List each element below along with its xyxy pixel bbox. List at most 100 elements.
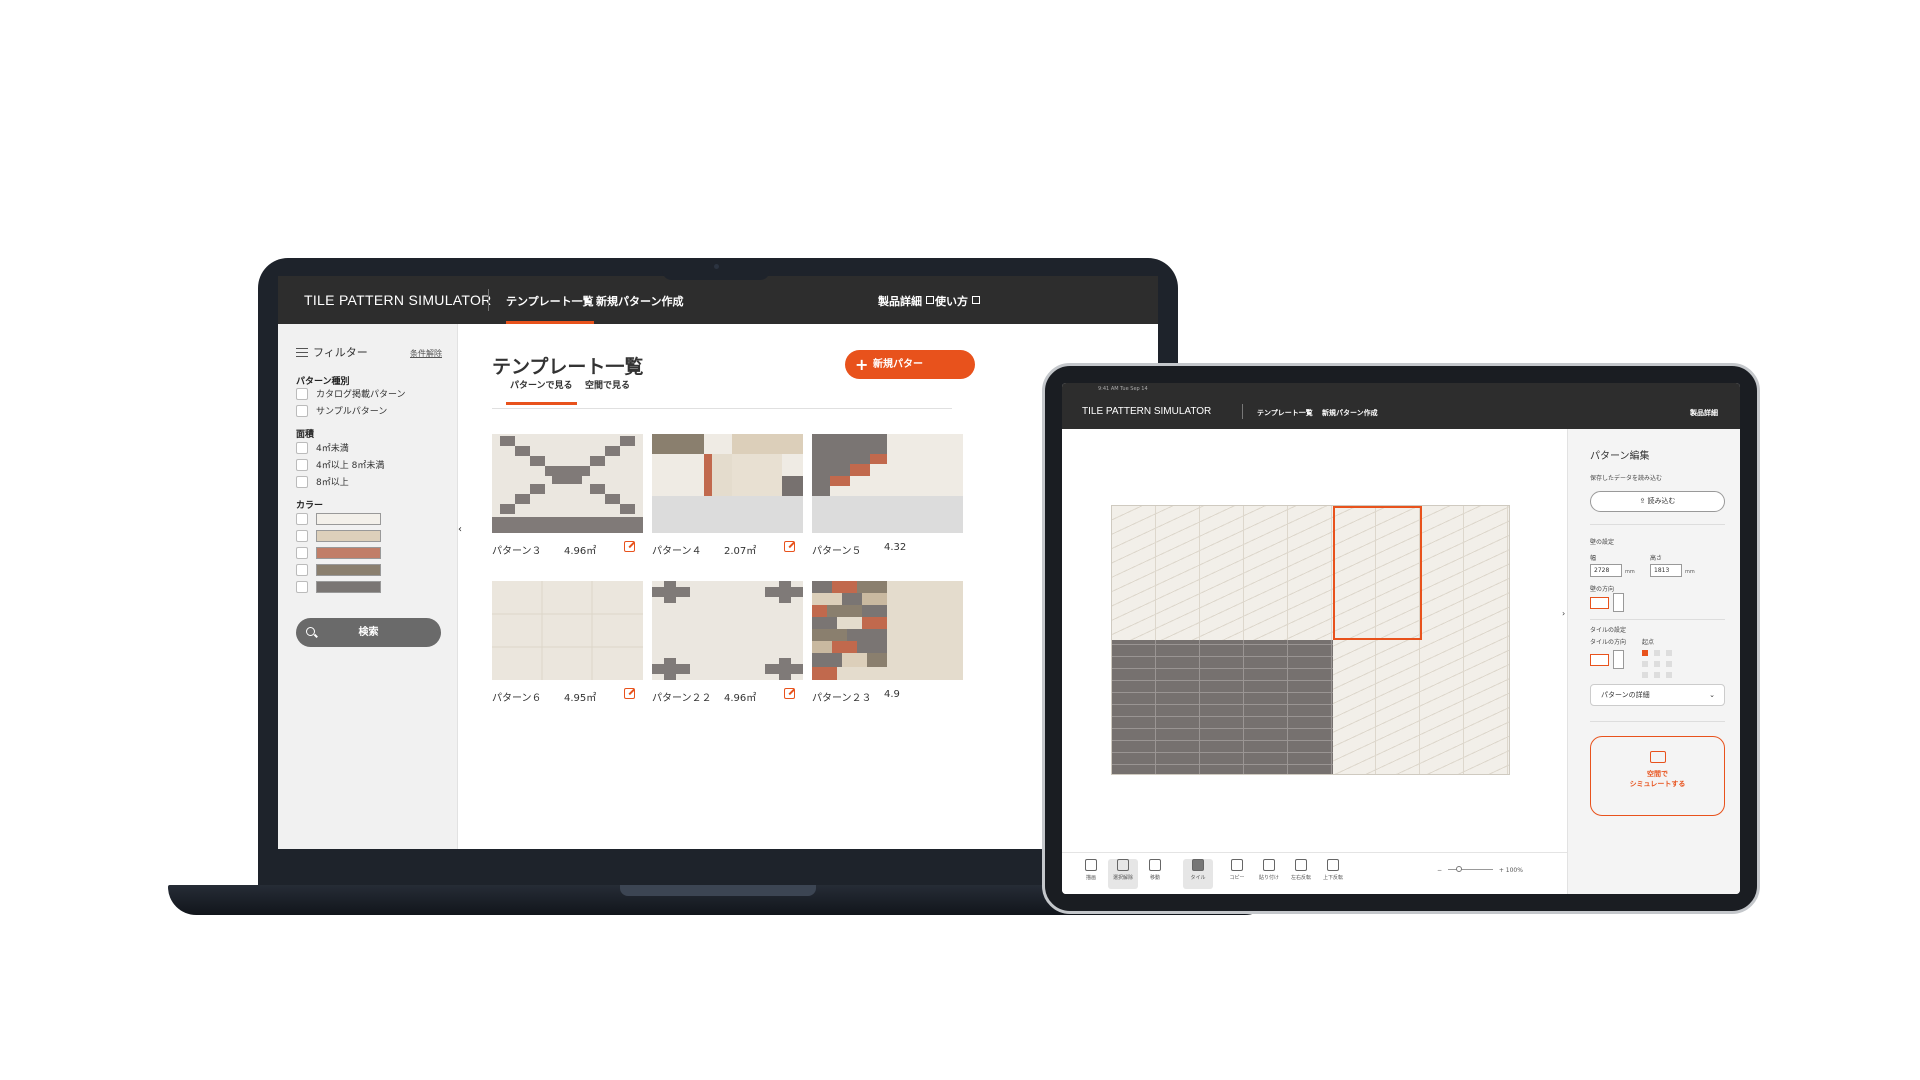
- checkbox-color-3[interactable]: [296, 546, 381, 559]
- origin-dot[interactable]: [1642, 672, 1648, 678]
- divider: [1590, 721, 1725, 722]
- selection-box[interactable]: [1333, 506, 1422, 640]
- orientation-landscape[interactable]: [1590, 597, 1609, 609]
- simulate-in-space-button[interactable]: 空間で シミュレートする: [1590, 736, 1725, 816]
- tile-orientation-landscape[interactable]: [1590, 654, 1609, 666]
- zoom-slider[interactable]: [1447, 866, 1493, 872]
- checkbox[interactable]: [296, 529, 308, 542]
- area-heading: 面積: [296, 430, 315, 440]
- deselect-tool[interactable]: 選択解除: [1108, 859, 1138, 889]
- link-product-details[interactable]: 製品詳細: [1690, 408, 1718, 418]
- flip-horizontal-icon: [1295, 859, 1307, 871]
- tab-by-space[interactable]: 空間で見る: [585, 378, 630, 391]
- checkbox-area-under-4[interactable]: 4㎡未満: [296, 441, 349, 454]
- edit-icon[interactable]: [784, 541, 795, 552]
- pattern-thumbnail[interactable]: [492, 581, 643, 680]
- load-button[interactable]: ⇪ 読み込む: [1590, 491, 1725, 512]
- origin-dot[interactable]: [1642, 650, 1648, 656]
- chevron-right-icon[interactable]: ›: [1562, 609, 1565, 618]
- card-name: パターン３: [492, 546, 542, 557]
- card-meta: パターン６ 4.95㎡: [492, 688, 643, 709]
- checkbox[interactable]: [296, 563, 308, 576]
- checkbox[interactable]: [296, 387, 308, 400]
- pattern-thumbnail[interactable]: [492, 434, 643, 533]
- origin-dot[interactable]: [1654, 661, 1660, 667]
- tool-label: タイル: [1190, 875, 1206, 881]
- tool-label: 貼り付け: [1258, 875, 1279, 881]
- move-tool[interactable]: 移動: [1140, 859, 1170, 881]
- flip-vertical-icon: [1327, 859, 1339, 871]
- origin-dot[interactable]: [1666, 672, 1672, 678]
- nav-new-pattern[interactable]: 新規パターン作成: [596, 293, 683, 309]
- checkbox-label: サンプルパターン: [316, 407, 388, 417]
- checkbox[interactable]: [296, 512, 308, 525]
- origin-dot[interactable]: [1666, 661, 1672, 667]
- origin-dot[interactable]: [1666, 650, 1672, 656]
- filter-sidebar: フィルター 条件解除 パターン種別 カタログ掲載パターン サンプルパターン 面積…: [278, 324, 462, 849]
- tool-label: 移動: [1149, 875, 1160, 881]
- checkbox[interactable]: [296, 546, 308, 559]
- pattern-card[interactable]: パターン２２ 4.96㎡: [652, 581, 803, 709]
- nav-template-list[interactable]: テンプレート一覧: [1257, 408, 1313, 418]
- pattern-thumbnail[interactable]: [812, 434, 963, 533]
- checkbox-area-4-8[interactable]: 4㎡以上 8㎡未満: [296, 458, 384, 471]
- pattern-card[interactable]: パターン５ 4.32: [812, 434, 963, 562]
- wall-preview[interactable]: [1111, 505, 1510, 775]
- clear-filters-link[interactable]: 条件解除: [410, 348, 442, 359]
- origin-dot[interactable]: [1654, 650, 1660, 656]
- checkbox-sample-pattern[interactable]: サンプルパターン: [296, 404, 387, 417]
- copy-tool[interactable]: コピー: [1222, 859, 1252, 881]
- checkbox-color-4[interactable]: [296, 563, 381, 576]
- pattern-details-select[interactable]: パターンの詳細 ⌄: [1590, 684, 1725, 706]
- pattern-card[interactable]: パターン２３ 4.9: [812, 581, 963, 709]
- checkbox[interactable]: [296, 475, 308, 488]
- chevron-left-icon[interactable]: ‹: [458, 524, 462, 535]
- pattern-thumbnail[interactable]: [652, 581, 803, 680]
- origin-dot[interactable]: [1642, 661, 1648, 667]
- edit-icon[interactable]: [624, 688, 635, 699]
- edit-icon[interactable]: [624, 541, 635, 552]
- brand-logo[interactable]: TILE PATTERN SIMULATOR: [1082, 406, 1211, 417]
- checkbox-catalog-pattern[interactable]: カタログ掲載パターン: [296, 387, 406, 400]
- dark-tile-region[interactable]: [1112, 640, 1333, 774]
- flip-vertical-tool[interactable]: 上下反転: [1318, 859, 1348, 881]
- link-product-details[interactable]: 製品詳細: [878, 293, 934, 309]
- pattern-card[interactable]: パターン６ 4.95㎡: [492, 581, 643, 709]
- pattern-5-preview: [812, 434, 963, 533]
- zoom-knob[interactable]: [1455, 866, 1462, 872]
- zoom-control[interactable]: − + 100%: [1437, 866, 1523, 874]
- tab-by-pattern[interactable]: パターンで見る: [506, 378, 577, 405]
- height-input[interactable]: 1813: [1650, 564, 1682, 577]
- paste-tool[interactable]: 貼り付け: [1254, 859, 1284, 881]
- orientation-portrait[interactable]: [1613, 593, 1624, 612]
- checkbox-color-1[interactable]: [296, 512, 381, 525]
- tile-tool[interactable]: タイル: [1183, 859, 1213, 889]
- nav-template-list[interactable]: テンプレート一覧: [506, 293, 594, 324]
- nav-new-pattern[interactable]: 新規パターン作成: [1322, 408, 1378, 431]
- checkbox[interactable]: [296, 404, 308, 417]
- checkbox[interactable]: [296, 458, 308, 471]
- checkbox-color-2[interactable]: [296, 529, 381, 542]
- external-link-icon: [926, 296, 934, 304]
- new-pattern-button[interactable]: + 新規パター: [845, 350, 975, 379]
- width-input[interactable]: 2728: [1590, 564, 1622, 577]
- checkbox-area-over-8[interactable]: 8㎡以上: [296, 475, 349, 488]
- pattern-canvas[interactable]: [1062, 429, 1567, 852]
- edit-icon[interactable]: [784, 688, 795, 699]
- pattern-thumbnail[interactable]: [652, 434, 803, 533]
- flip-horizontal-tool[interactable]: 左右反転: [1286, 859, 1316, 881]
- tile-orientation-portrait[interactable]: [1613, 650, 1624, 669]
- pattern-card[interactable]: パターン４ 2.07㎡: [652, 434, 803, 562]
- draw-tool[interactable]: 描画: [1076, 859, 1106, 881]
- origin-dot[interactable]: [1654, 672, 1660, 678]
- new-pattern-label: 新規パター: [873, 359, 923, 370]
- tabs-divider: [492, 408, 952, 409]
- search-button[interactable]: 検索: [296, 618, 441, 647]
- checkbox[interactable]: [296, 441, 308, 454]
- pattern-thumbnail[interactable]: [812, 581, 963, 680]
- link-how-to-use[interactable]: 使い方: [935, 293, 980, 309]
- checkbox-color-5[interactable]: [296, 580, 381, 593]
- pattern-card[interactable]: パターン３ 4.96㎡: [492, 434, 643, 562]
- brand-logo[interactable]: TILE PATTERN SIMULATOR: [304, 292, 492, 308]
- checkbox[interactable]: [296, 580, 308, 593]
